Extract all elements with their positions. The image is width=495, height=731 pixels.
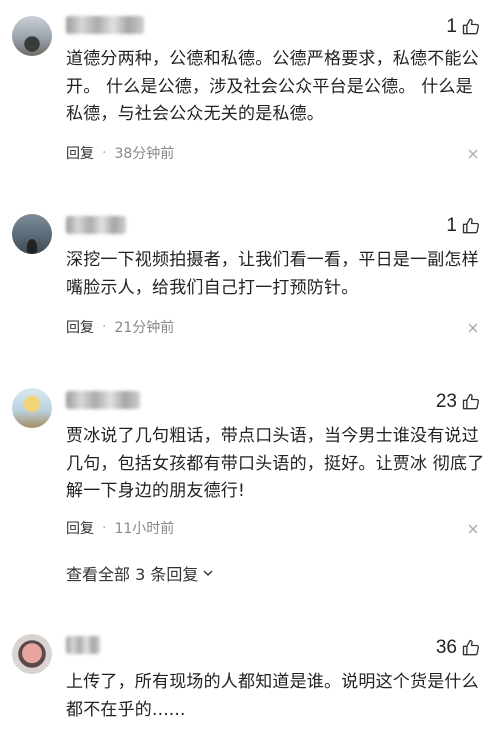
comment-text: 贾冰说了几句粗话，带点口头语，当今男士谁没有说过几句，包括女孩都有带口头语的，挺… bbox=[66, 426, 485, 501]
like-count: 23 bbox=[435, 391, 457, 412]
timestamp: 21分钟前 bbox=[114, 320, 175, 336]
like-button[interactable]: 1 bbox=[446, 215, 481, 237]
reply-button[interactable]: 回复 bbox=[66, 317, 94, 337]
like-count: 1 bbox=[446, 16, 457, 37]
close-icon[interactable] bbox=[467, 148, 479, 160]
reply-button[interactable]: 回复 bbox=[66, 518, 94, 538]
like-button[interactable]: 1 bbox=[446, 16, 481, 38]
like-button[interactable]: 36 bbox=[436, 637, 481, 659]
close-icon[interactable] bbox=[467, 523, 479, 535]
separator-dot: · bbox=[102, 145, 107, 161]
like-count: 36 bbox=[435, 637, 457, 658]
comment-meta: 回复 · 21分钟前 bbox=[66, 317, 174, 337]
view-replies-label: 查看全部 3 条回复 bbox=[66, 565, 199, 584]
chevron-down-icon bbox=[203, 570, 213, 576]
reply-button[interactable]: 回复 bbox=[66, 143, 94, 163]
thumbs-up-icon bbox=[462, 217, 480, 234]
comment-text: 上传了，所有现场的人都知道是谁。说明这个货是什么都不在乎的...... bbox=[66, 672, 479, 720]
avatar[interactable] bbox=[12, 634, 52, 674]
thumbs-up-icon bbox=[462, 18, 480, 35]
like-count: 1 bbox=[446, 215, 457, 236]
avatar[interactable] bbox=[12, 214, 52, 254]
username-blurred[interactable] bbox=[66, 16, 144, 34]
timestamp: 11小时前 bbox=[114, 521, 175, 537]
view-all-replies-button[interactable]: 查看全部 3 条回复 bbox=[66, 561, 215, 585]
like-button[interactable]: 23 bbox=[436, 391, 481, 413]
username-blurred[interactable] bbox=[66, 391, 140, 409]
separator-dot: · bbox=[102, 319, 107, 335]
comment-meta: 回复 · 38分钟前 bbox=[66, 143, 174, 163]
thumbs-up-icon bbox=[462, 639, 480, 656]
close-icon[interactable] bbox=[467, 322, 479, 334]
username-blurred[interactable] bbox=[66, 216, 126, 234]
comment-text: 深挖一下视频拍摄者，让我们看一看，平日是一副怎样嘴脸示人，给我们自己打一打预防针… bbox=[66, 250, 479, 298]
username-blurred[interactable] bbox=[66, 636, 100, 654]
thumbs-up-icon bbox=[462, 393, 480, 410]
timestamp: 38分钟前 bbox=[114, 146, 175, 162]
avatar[interactable] bbox=[12, 16, 52, 56]
comment-text: 道德分两种，公德和私德。公德严格要求，私德不能公开。 什么是公德，涉及社会公众平… bbox=[66, 49, 479, 124]
avatar[interactable] bbox=[12, 388, 52, 428]
comment-meta: 回复 · 11小时前 bbox=[66, 518, 174, 538]
separator-dot: · bbox=[102, 520, 107, 536]
